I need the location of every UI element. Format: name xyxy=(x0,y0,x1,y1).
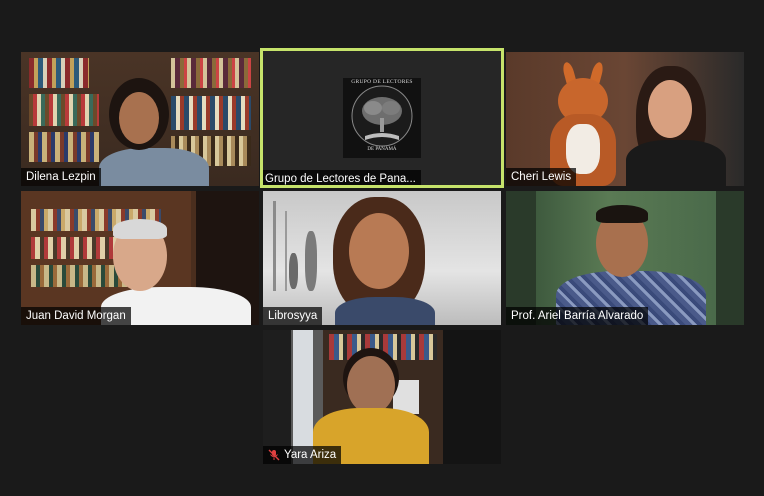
participant-name-label: Juan David Morgan xyxy=(21,307,131,325)
participant-face xyxy=(648,80,692,138)
participant-hair xyxy=(596,205,648,223)
participant-face xyxy=(347,356,395,414)
participant-name-label: Yara Ariza xyxy=(263,446,342,464)
video-tile-ariel-barria-alvarado[interactable]: Prof. Ariel Barría Alvarado xyxy=(506,191,744,325)
logo-bottom-text: DE PANAMÁ xyxy=(367,147,397,152)
video-tile-librosyya[interactable]: Librosyya xyxy=(263,191,501,325)
group-logo: GRUPO DE LECTORES DE PANAMÁ xyxy=(343,78,421,158)
video-tile-grupo-de-lectores[interactable]: GRUPO DE LECTORES DE PANAMÁ Grupo de Lec… xyxy=(260,48,504,188)
participant-body xyxy=(335,297,435,325)
video-tile-juan-david-morgan[interactable]: Juan David Morgan xyxy=(21,191,259,325)
tree-logo-icon xyxy=(351,85,413,147)
participant-name-label: Grupo de Lectores de Pana... xyxy=(263,170,421,185)
video-tile-dilena-lezpin[interactable]: Dilena Lezpin xyxy=(21,52,259,186)
participant-body xyxy=(99,148,209,186)
participant-face xyxy=(119,92,159,144)
participant-name-label: Cheri Lewis xyxy=(506,168,577,186)
participant-hair xyxy=(113,219,167,239)
participant-name-label: Librosyya xyxy=(263,307,323,325)
video-tile-yara-ariza[interactable]: Yara Ariza xyxy=(263,330,501,464)
participant-name-label: Dilena Lezpin xyxy=(21,168,101,186)
video-tile-cheri-lewis[interactable]: Cheri Lewis xyxy=(506,52,744,186)
participant-body xyxy=(626,140,726,186)
logo-top-text: GRUPO DE LECTORES xyxy=(351,79,413,85)
muted-microphone-icon xyxy=(268,449,280,461)
participant-name-label: Prof. Ariel Barría Alvarado xyxy=(506,307,649,325)
participant-face xyxy=(349,213,409,289)
